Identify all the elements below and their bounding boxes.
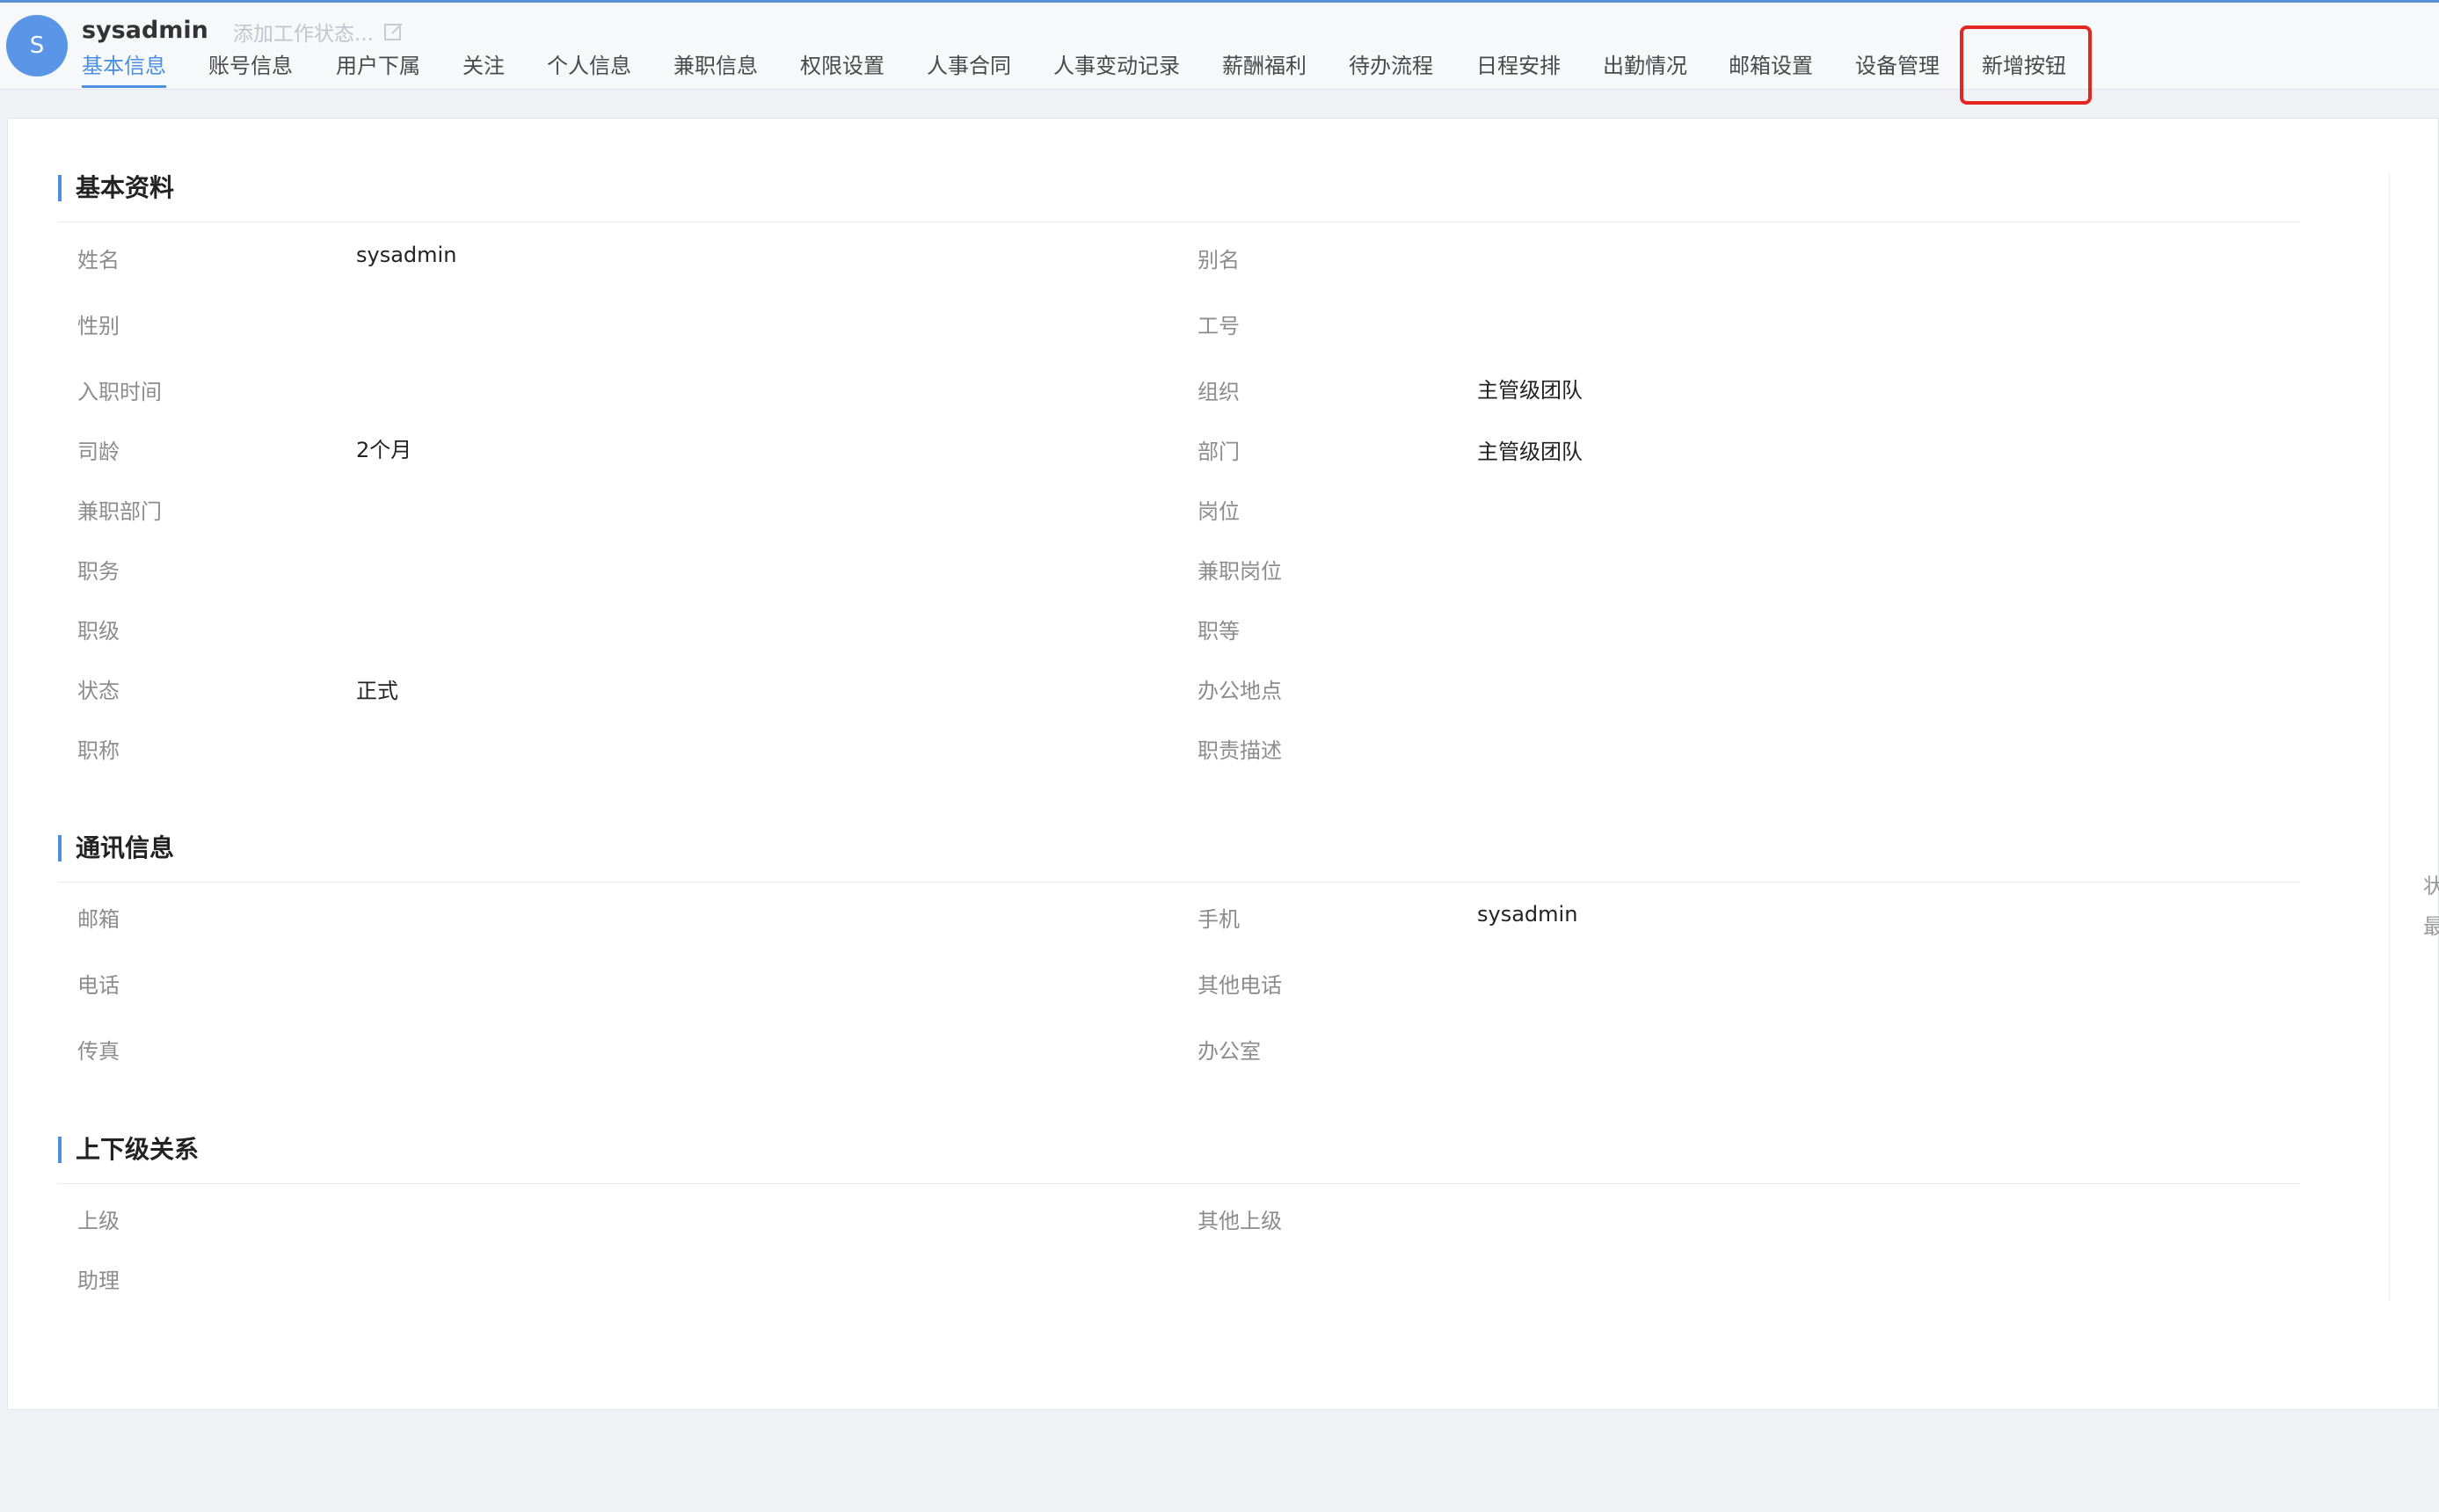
tab-attendance[interactable]: 出勤情况 [1603, 48, 1687, 89]
field-label-tenure: 司龄 [77, 440, 120, 464]
field-label-professional-title: 职称 [77, 738, 120, 763]
field-label-assistant: 助理 [77, 1268, 120, 1293]
field-label-job-level: 职级 [77, 619, 120, 643]
field-label-email: 邮箱 [77, 907, 120, 932]
field-label-gender: 性别 [77, 314, 120, 338]
field-label-office-location: 办公地点 [1198, 679, 1282, 703]
field-label-phone: 电话 [77, 973, 120, 998]
section-divider [58, 1183, 2300, 1184]
section-divider [58, 882, 2300, 883]
field-label-fax: 传真 [77, 1039, 120, 1064]
field-label-part-time-position: 兼职岗位 [1198, 559, 1282, 584]
tab-hr-contract[interactable]: 人事合同 [927, 48, 1011, 89]
tab-basic-info[interactable]: 基本信息 [82, 48, 166, 89]
right-panel-clipped-text: 最 [2423, 914, 2439, 939]
field-value-organization: 主管级团队 [1477, 378, 1583, 403]
field-value-tenure: 2个月 [356, 438, 412, 462]
tab-hr-change-records[interactable]: 人事变动记录 [1053, 48, 1180, 89]
section-title-hierarchy: 上下级关系 [58, 1135, 199, 1167]
field-label-other-phone: 其他电话 [1198, 973, 1282, 998]
tab-device-management[interactable]: 设备管理 [1855, 48, 1940, 89]
tab-compensation[interactable]: 薪酬福利 [1222, 48, 1307, 89]
field-label-duty-description: 职责描述 [1198, 738, 1282, 763]
tab-subordinates[interactable]: 用户下属 [336, 48, 420, 89]
field-label-department: 部门 [1198, 440, 1240, 464]
field-label-name: 姓名 [77, 248, 120, 273]
field-label-organization: 组织 [1198, 380, 1240, 404]
field-label-hire-date: 入职时间 [77, 380, 162, 404]
field-label-part-time-dept: 兼职部门 [77, 499, 162, 524]
field-value-name: sysadmin [356, 243, 457, 267]
edit-icon[interactable] [382, 20, 405, 43]
right-panel-clipped-text: 状 [2423, 874, 2439, 898]
field-label-superior: 上级 [77, 1209, 120, 1233]
tab-permission-settings[interactable]: 权限设置 [800, 48, 885, 89]
field-label-other-superior: 其他上级 [1198, 1209, 1282, 1233]
field-label-status: 状态 [77, 679, 120, 703]
section-title-contact: 通讯信息 [58, 833, 174, 865]
field-label-job-grade: 职等 [1198, 619, 1240, 643]
tab-account-info[interactable]: 账号信息 [208, 48, 293, 89]
tab-pending-workflows[interactable]: 待办流程 [1349, 48, 1433, 89]
field-value-mobile: sysadmin [1477, 902, 1578, 927]
tab-part-time-info[interactable]: 兼职信息 [673, 48, 758, 89]
field-label-office: 办公室 [1198, 1039, 1261, 1064]
right-panel-divider [2389, 172, 2390, 1301]
section-title-basic: 基本资料 [58, 173, 174, 205]
work-status[interactable]: 添加工作状态... [233, 17, 405, 47]
new-button-highlight [1960, 25, 2092, 105]
tab-follow[interactable]: 关注 [462, 48, 505, 89]
field-label-alias: 别名 [1198, 248, 1240, 273]
username: sysadmin [82, 17, 208, 44]
field-value-department: 主管级团队 [1477, 440, 1583, 464]
tab-mailbox-settings[interactable]: 邮箱设置 [1729, 48, 1813, 89]
field-label-job-title: 职务 [77, 559, 120, 584]
field-label-employee-id: 工号 [1198, 314, 1240, 338]
field-label-mobile: 手机 [1198, 907, 1240, 932]
field-value-status: 正式 [356, 679, 398, 703]
tab-schedule[interactable]: 日程安排 [1476, 48, 1561, 89]
field-label-position: 岗位 [1198, 499, 1240, 524]
tab-personal-info[interactable]: 个人信息 [547, 48, 631, 89]
work-status-placeholder[interactable]: 添加工作状态... [233, 17, 374, 47]
